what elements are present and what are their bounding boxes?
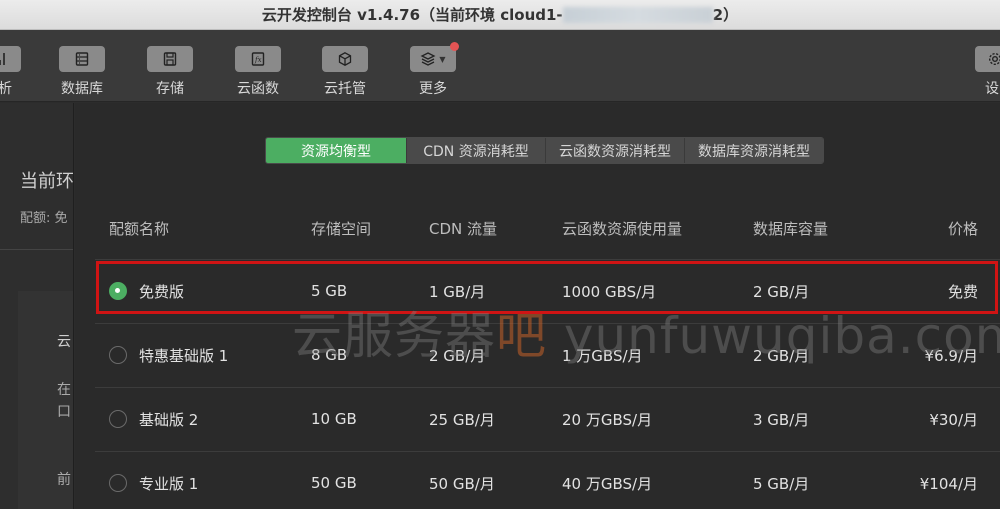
- window-titlebar: 云开发控制台 v1.4.76（当前环境 cloud1- 2）: [0, 0, 1000, 30]
- plan-name-cell: 基础版 2: [95, 386, 311, 451]
- chevron-down-icon: ▼: [439, 54, 446, 64]
- toolbar-database[interactable]: 数据库: [42, 46, 122, 98]
- panel-quota-line: 配额: 免: [20, 211, 68, 226]
- watermark-part-1: 云服务器: [292, 307, 496, 365]
- toolbar-cloud-hosting-label: 云托管: [324, 81, 366, 97]
- panel-heading: 当前环: [20, 171, 74, 192]
- function-icon: fx: [235, 46, 281, 72]
- plan-name-cell: 免费版: [95, 258, 311, 323]
- function-cell: 20 万GBS/月: [562, 386, 753, 451]
- watermark-part-3: yunfuwuqiba.com: [547, 307, 1000, 365]
- header-storage: 存储空间: [311, 220, 372, 239]
- storage-cell: 10 GB: [311, 386, 429, 451]
- plan-name-cell: 专业版 1: [95, 450, 311, 509]
- price-cell: ¥30/月: [903, 386, 1000, 451]
- cdn-cell: 50 GB/月: [429, 450, 562, 509]
- header-price: 价格: [947, 220, 978, 239]
- plan-name: 基础版 2: [139, 410, 199, 429]
- panel-item-2b: 口: [57, 404, 71, 420]
- watermark-part-2: 吧: [496, 307, 547, 365]
- redacted-env-id: [562, 6, 713, 23]
- tab-function-heavy[interactable]: 云函数资源消耗型: [545, 138, 684, 163]
- background-panel: 当前环 配额: 免 云 在 口 前: [0, 103, 74, 509]
- header-db-capacity: 数据库容量: [753, 220, 829, 239]
- header-cdn: CDN 流量: [429, 220, 498, 239]
- storage-icon: [147, 46, 193, 72]
- toolbar-database-label: 数据库: [61, 81, 103, 97]
- storage-cell: 50 GB: [311, 450, 429, 509]
- main-toolbar: 分析 数据库 存储 fx 云函数 云托管 ▼ 更多: [0, 30, 1000, 102]
- header-function-usage: 云函数资源使用量: [562, 220, 683, 239]
- plan-name-cell: 特惠基础版 1: [95, 322, 311, 387]
- table-header-row: 配额名称 存储空间 CDN 流量 云函数资源使用量 数据库容量 价格: [95, 199, 1000, 259]
- cdn-cell: 25 GB/月: [429, 386, 562, 451]
- chart-icon: [0, 46, 21, 72]
- radio-selected[interactable]: [109, 282, 127, 300]
- plan-name: 特惠基础版 1: [139, 346, 229, 365]
- toolbar-cloud-hosting[interactable]: 云托管: [305, 46, 385, 98]
- toolbar-settings-label: 设: [985, 81, 999, 97]
- watermark: 云服务器吧 yunfuwuqiba.com: [292, 296, 1000, 368]
- svg-text:fx: fx: [254, 56, 262, 64]
- panel-item-2a: 在: [57, 382, 71, 398]
- toolbar-storage-label: 存储: [156, 81, 184, 97]
- plan-type-tabs: 资源均衡型 CDN 资源消耗型 云函数资源消耗型 数据库资源消耗型: [265, 137, 824, 164]
- tab-cdn-heavy[interactable]: CDN 资源消耗型: [406, 138, 545, 163]
- plan-name: 免费版: [139, 282, 185, 301]
- notification-dot: [450, 42, 459, 51]
- panel-item-1: 云: [57, 334, 71, 350]
- radio-unselected[interactable]: [109, 410, 127, 428]
- panel-divider: [0, 249, 73, 250]
- header-plan-name: 配额名称: [109, 220, 170, 239]
- tab-balanced[interactable]: 资源均衡型: [266, 138, 406, 163]
- radio-unselected[interactable]: [109, 346, 127, 364]
- plan-name: 专业版 1: [139, 474, 199, 493]
- toolbar-settings[interactable]: 设: [958, 46, 1000, 98]
- toolbar-more[interactable]: ▼ 更多: [393, 42, 473, 98]
- radio-unselected[interactable]: [109, 474, 127, 493]
- container-icon: [322, 46, 368, 72]
- gear-icon: [975, 46, 1000, 72]
- database-icon: [59, 46, 105, 72]
- toolbar-more-label: 更多: [419, 81, 447, 97]
- tab-database-heavy[interactable]: 数据库资源消耗型: [684, 138, 823, 163]
- function-cell: 40 万GBS/月: [562, 450, 753, 509]
- toolbar-analysis-label: 分析: [0, 81, 12, 97]
- panel-item-3: 前: [57, 472, 71, 488]
- toolbar-cloud-function[interactable]: fx 云函数: [218, 46, 298, 98]
- table-row[interactable]: 基础版 2 10 GB 25 GB/月 20 万GBS/月 3 GB/月 ¥30…: [95, 386, 1000, 451]
- table-row[interactable]: 专业版 1 50 GB 50 GB/月 40 万GBS/月 5 GB/月 ¥10…: [95, 450, 1000, 509]
- window-title: 云开发控制台 v1.4.76（当前环境 cloud1-: [261, 6, 563, 24]
- toolbar-analysis[interactable]: 分析: [0, 46, 38, 98]
- price-cell: ¥104/月: [903, 450, 1000, 509]
- layers-icon: ▼: [410, 42, 459, 72]
- toolbar-storage[interactable]: 存储: [130, 46, 210, 98]
- db-cell: 5 GB/月: [753, 450, 903, 509]
- window-title-suffix: 2）: [712, 6, 739, 24]
- db-cell: 3 GB/月: [753, 386, 903, 451]
- toolbar-cloud-function-label: 云函数: [237, 81, 279, 97]
